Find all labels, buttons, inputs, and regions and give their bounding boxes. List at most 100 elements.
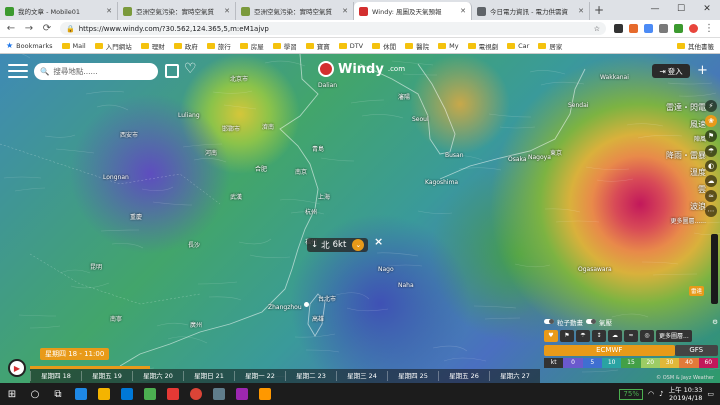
tab-close-icon[interactable]: ✕ [106,7,112,15]
timeline-day[interactable]: 星期四 18 [30,371,81,381]
task-view-icon[interactable]: ⧉ [52,388,64,400]
extension-icon[interactable] [614,24,623,33]
search-input[interactable]: 🔍 搜尋地點...... [34,63,158,80]
isolines-toggle[interactable] [586,319,596,324]
explorer-icon[interactable] [98,388,110,400]
tab-close-icon[interactable]: ✕ [224,7,230,15]
timeline-day[interactable]: 星期五 19 [81,371,132,381]
model-ecmwf[interactable]: ECMWF [544,345,675,356]
gust-layer-button[interactable]: ⚑ [560,329,574,342]
browser-tab[interactable]: 亞洲空氣污染：實時空氣質 ✕ [236,2,354,20]
profile-avatar[interactable] [689,24,698,33]
app-icon[interactable] [144,388,156,400]
app-icon[interactable] [259,388,271,400]
menu-kebab-icon[interactable]: ⋮ [704,23,714,34]
cloud-layer-button[interactable]: ☁ [608,329,622,342]
timeline-day[interactable]: 星期四 25 [387,371,438,381]
scale-unit[interactable]: kt [544,358,564,368]
windows-start-icon[interactable]: ⊞ [6,388,18,400]
bookmark-item[interactable]: 房屋 [239,41,264,51]
layer-icon[interactable]: ⚑ [705,130,717,142]
timeline-day[interactable]: 星期六 27 [489,371,540,381]
share-icon[interactable] [165,64,179,78]
windy-logo[interactable]: Windy .com [318,61,405,77]
particles-toggle[interactable] [544,319,554,324]
layer-icon[interactable]: ❀ [705,115,717,127]
clock[interactable]: 上午 10:33 2019/4/18 [669,386,703,402]
minimize-button[interactable]: — [642,0,668,20]
timeline-day[interactable]: 星期二 23 [285,371,336,381]
login-button[interactable]: ⇥ 登入 [652,64,690,78]
layer-scrollbar[interactable] [711,234,718,304]
app-icon[interactable] [167,388,179,400]
forward-arrow-icon[interactable]: → [24,23,34,34]
chrome-icon[interactable] [190,388,202,400]
bookmark-item[interactable]: Car [507,42,529,50]
menu-hamburger-icon[interactable] [8,64,28,78]
layer-item[interactable]: 波浪 [690,199,706,214]
bookmark-item[interactable]: 醫院 [405,41,429,51]
more-layers-button[interactable]: 更多圖層... [656,329,692,342]
close-icon[interactable]: × [374,235,383,248]
layer-icon[interactable]: ☁ [705,175,717,187]
bookmark-item[interactable]: My [438,42,459,50]
app-icon[interactable] [236,388,248,400]
temp-layer-button[interactable]: ↕ [592,329,606,342]
tab-close-icon[interactable]: ✕ [578,7,584,15]
timeline-day[interactable]: 星期六 20 [132,371,183,381]
search-icon[interactable]: ○ [29,388,41,400]
zoom-in-icon[interactable]: + [697,63,708,78]
extension-icon[interactable] [674,24,683,33]
store-icon[interactable] [121,388,133,400]
layer-icon[interactable]: ⋯ [705,205,717,217]
bookmark-item[interactable]: ★ Bookmarks [6,41,53,50]
bookmark-item[interactable]: 入門網站 [94,41,132,51]
volume-icon[interactable]: ♪ [659,390,663,398]
layer-icon[interactable]: ⚡ [705,100,717,112]
rain-layer-button[interactable]: ☂ [576,329,590,342]
bookmark-item[interactable]: DTV [338,42,363,50]
tab-close-icon[interactable]: ✕ [460,7,466,15]
extension-icon[interactable] [659,24,668,33]
tab-close-icon[interactable]: ✕ [342,7,348,15]
browser-tab[interactable]: 今日電力資訊 - 電力供需資 ✕ [472,2,590,20]
timeline-day[interactable]: 星期三 24 [336,371,387,381]
layer-icon[interactable]: ≈ [705,190,717,202]
wave-layer-button[interactable]: ≈ [624,329,638,342]
layer-item[interactable]: 更多圖層...... [671,216,706,228]
bookmark-item[interactable]: 政府 [173,41,198,51]
battery-indicator[interactable]: 75% [619,388,643,400]
location-marker[interactable] [304,302,309,307]
maximize-button[interactable]: ☐ [668,0,694,20]
bookmark-item[interactable]: 旅行 [206,41,231,51]
bookmark-item[interactable]: 學習 [272,41,297,51]
bookmark-item[interactable]: 休閒 [372,41,396,51]
browser-tab[interactable]: 亞洲空氣污染：實時空氣質 ✕ [118,2,236,20]
layer-icon[interactable]: ◐ [705,160,717,172]
notification-icon[interactable]: ▭ [707,390,714,398]
bookmark-item[interactable]: 其他書籤 [677,41,714,51]
bookmark-star-icon[interactable]: ☆ [594,25,600,33]
reload-icon[interactable]: ⟳ [42,23,52,34]
layer-item[interactable]: 風速 [690,117,706,132]
timeline-day[interactable]: 星期五 26 [438,371,489,381]
bookmark-item[interactable]: 電視劇 [467,41,498,51]
layer-item[interactable]: 降雨・雷暴 [666,148,706,163]
close-window-button[interactable]: ✕ [694,0,720,20]
play-icon[interactable]: ▶ [8,359,26,377]
bookmark-item[interactable]: 理財 [140,41,165,51]
timeline-day[interactable]: 星期一 22 [234,371,285,381]
browser-tab[interactable]: Windy: 風圖及天氣預報 ✕ [354,2,472,20]
settings-icon[interactable]: ⚙ [712,318,718,326]
timeline-day[interactable]: 星期日 21 [183,371,234,381]
time-badge[interactable]: 星期四 18 - 11:00 [40,348,110,360]
app-icon[interactable] [213,388,225,400]
weather-map[interactable]: 北京市 Dalian 瀋陽 Luliang 邯鄲市 Seoul Sendai Wakkanai… [0,54,720,383]
edge-icon[interactable] [75,388,87,400]
pressure-layer-button[interactable]: ◎ [640,329,654,342]
timeline[interactable]: 星期四 18 星期五 19 星期六 20 星期日 21 星期一 22 星期二 23 星期三 … [30,369,540,383]
new-tab-button[interactable]: + [590,3,608,17]
heart-icon[interactable]: ♡ [184,62,197,76]
layer-item[interactable]: 雷達・閃電 [666,100,706,115]
chevron-down-icon[interactable]: ⌄ [352,239,365,251]
